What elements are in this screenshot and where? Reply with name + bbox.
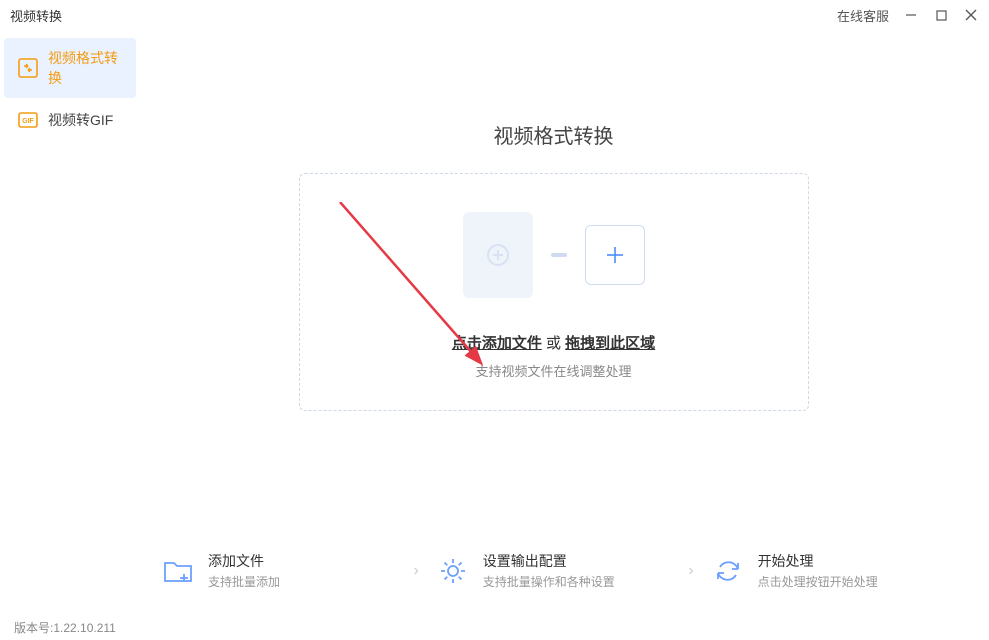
page-title: 视频格式转换 — [150, 120, 957, 149]
version-label: 版本号: — [14, 621, 53, 635]
titlebar: 视频转换 在线客服 — [0, 0, 989, 30]
click-add-file-text: 点击添加文件 — [452, 335, 542, 352]
step-title: 添加文件 — [208, 551, 280, 571]
sidebar: 视频格式转换 GIF 视频转GIF — [0, 30, 140, 618]
maximize-button[interactable] — [933, 7, 949, 23]
folder-add-icon — [160, 553, 196, 589]
gif-icon: GIF — [18, 110, 38, 130]
sidebar-item-label: 视频转GIF — [48, 110, 113, 130]
plus-box-icon — [585, 225, 645, 285]
refresh-icon — [710, 553, 746, 589]
step-configure-output: 设置输出配置 支持批量操作和各种设置 — [435, 551, 672, 590]
or-text: 或 — [542, 335, 565, 352]
file-placeholder-icon — [463, 212, 533, 298]
main-panel: 视频格式转换 点击添加文件 或 拖拽到此区域 支持视频文件在线调整处理 — [140, 30, 989, 618]
convert-icon — [18, 58, 38, 78]
chevron-right-icon: › — [680, 562, 701, 580]
sidebar-item-video-to-gif[interactable]: GIF 视频转GIF — [4, 100, 136, 140]
close-button[interactable] — [963, 7, 979, 23]
dropzone[interactable]: 点击添加文件 或 拖拽到此区域 支持视频文件在线调整处理 — [299, 173, 809, 411]
chevron-right-icon: › — [405, 562, 426, 580]
step-title: 开始处理 — [758, 551, 878, 571]
version-footer: 版本号:1.22.10.211 — [14, 619, 116, 636]
step-add-file: 添加文件 支持批量添加 — [160, 551, 397, 590]
steps-row: 添加文件 支持批量添加 › 设置输出配置 支持批量操作和各种设置 › — [150, 551, 957, 590]
sidebar-item-label: 视频格式转换 — [48, 48, 122, 88]
step-title: 设置输出配置 — [483, 551, 615, 571]
svg-text:GIF: GIF — [22, 118, 34, 125]
sidebar-item-video-format-convert[interactable]: 视频格式转换 — [4, 38, 136, 98]
app-title: 视频转换 — [10, 6, 62, 25]
step-start-process: 开始处理 点击处理按钮开始处理 — [710, 551, 947, 590]
drag-area-text: 拖拽到此区域 — [565, 335, 655, 352]
dropzone-subtitle: 支持视频文件在线调整处理 — [320, 361, 788, 380]
minimize-button[interactable] — [903, 7, 919, 23]
step-subtitle: 支持批量添加 — [208, 573, 280, 590]
dash-icon — [551, 253, 567, 257]
version-number: 1.22.10.211 — [53, 621, 116, 635]
titlebar-actions: 在线客服 — [837, 6, 979, 25]
online-service-link[interactable]: 在线客服 — [837, 6, 889, 25]
settings-gear-icon — [435, 553, 471, 589]
step-subtitle: 支持批量操作和各种设置 — [483, 573, 615, 590]
dropzone-main-text: 点击添加文件 或 拖拽到此区域 — [320, 332, 788, 353]
step-subtitle: 点击处理按钮开始处理 — [758, 573, 878, 590]
dropzone-illustration — [320, 212, 788, 298]
